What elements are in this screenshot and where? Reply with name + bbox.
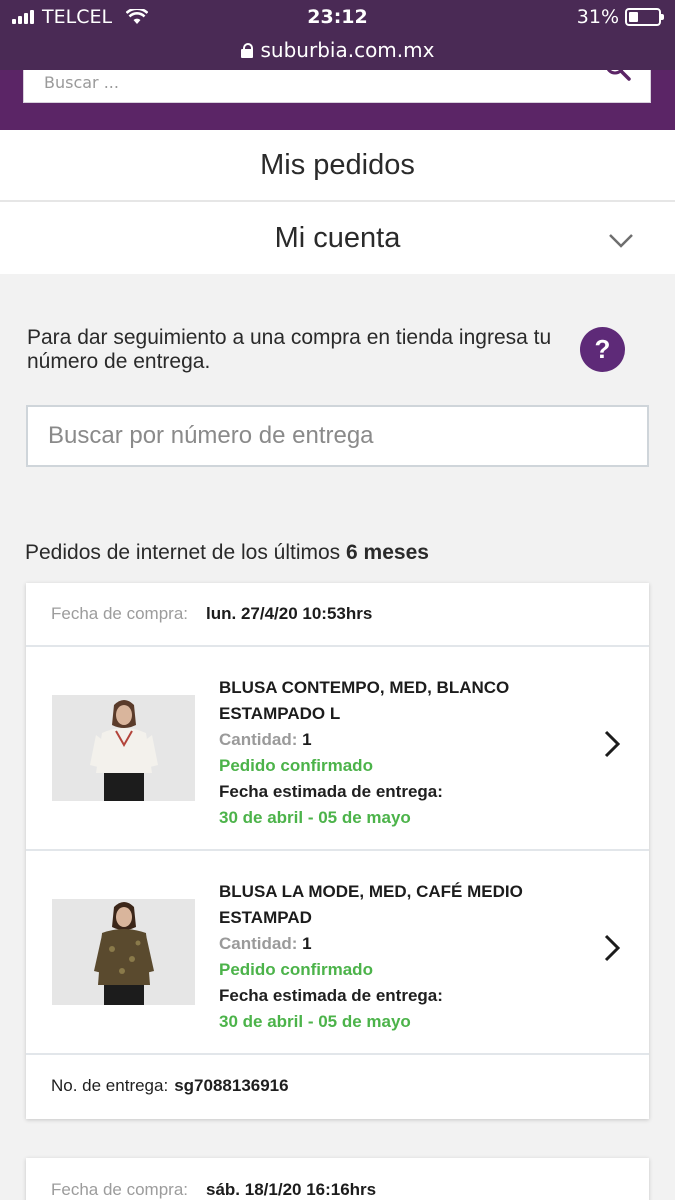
site-search-input[interactable]: Buscar ...	[23, 70, 651, 103]
address-bar[interactable]: suburbia.com.mx	[0, 34, 675, 66]
quantity-value: 1	[302, 934, 312, 953]
order-date-value: lun. 27/4/20 10:53hrs	[206, 604, 373, 623]
order-card: Fecha de compra: sáb. 18/1/20 16:16hrs	[26, 1158, 649, 1200]
battery-percent: 31%	[576, 6, 619, 28]
order-date-label: Fecha de compra:	[51, 604, 189, 623]
quantity-label: Cantidad:	[219, 730, 298, 749]
product-image-white-blouse[interactable]	[52, 695, 195, 801]
order-card: Fecha de compra: lun. 27/4/20 10:53hrs B…	[26, 583, 649, 1119]
tracking-instructions: Para dar seguimiento a una compra en tie…	[27, 326, 552, 373]
order-date-label: Fecha de compra:	[51, 1180, 189, 1199]
delivery-number-row: No. de entrega: sg7088136916	[26, 1055, 649, 1117]
product-name: BLUSA CONTEMPO, MED, BLANCO ESTAMPADO L	[219, 678, 510, 723]
product-image-brown-blouse[interactable]	[52, 899, 195, 1005]
eta-value: 30 de abril - 05 de mayo	[219, 1012, 411, 1031]
carrier-label: TELCEL	[42, 6, 113, 28]
help-button[interactable]: ?	[580, 327, 625, 372]
chevron-right-icon[interactable]	[599, 729, 623, 759]
eta-label: Fecha estimada de entrega:	[219, 782, 443, 801]
status-left: TELCEL	[12, 6, 149, 28]
order-status: Pedido confirmado	[219, 756, 373, 775]
menu-my-account[interactable]: Mi cuenta	[0, 202, 675, 274]
chevron-down-icon[interactable]	[609, 228, 633, 252]
order-date-value: sáb. 18/1/20 16:16hrs	[206, 1180, 377, 1199]
battery-icon	[625, 8, 664, 26]
wifi-icon	[126, 9, 149, 24]
battery-level	[629, 12, 638, 22]
quantity-row: Cantidad: 1	[219, 727, 579, 753]
menu-my-account-label: Mi cuenta	[274, 221, 401, 254]
delivery-number-value: sg7088136916	[174, 1076, 289, 1095]
site-header: Buscar ...	[0, 70, 675, 130]
order-item-details: BLUSA CONTEMPO, MED, BLANCO ESTAMPADO L …	[219, 675, 579, 831]
search-icon[interactable]	[604, 70, 632, 82]
eta-value: 30 de abril - 05 de mayo	[219, 808, 411, 827]
quantity-value: 1	[302, 730, 312, 749]
orders-heading-period: 6 meses	[346, 541, 429, 564]
menu-my-orders[interactable]: Mis pedidos	[0, 130, 675, 200]
orders-heading-prefix: Pedidos de internet de los últimos	[25, 541, 341, 564]
url-text[interactable]: suburbia.com.mx	[261, 38, 435, 62]
order-date-row: Fecha de compra: sáb. 18/1/20 16:16hrs	[26, 1158, 649, 1200]
order-date-row: Fecha de compra: lun. 27/4/20 10:53hrs	[26, 583, 649, 647]
order-status: Pedido confirmado	[219, 960, 373, 979]
signal-icon	[12, 10, 34, 24]
product-name: BLUSA LA MODE, MED, CAFÉ MEDIO ESTAMPAD	[219, 882, 523, 927]
lock-icon	[240, 42, 253, 58]
site-search-placeholder: Buscar ...	[44, 73, 119, 92]
order-item[interactable]: BLUSA CONTEMPO, MED, BLANCO ESTAMPADO L …	[26, 647, 649, 851]
browser-chrome: TELCEL 23:12 31% suburbia.com.mx	[0, 0, 675, 70]
order-item-details: BLUSA LA MODE, MED, CAFÉ MEDIO ESTAMPAD …	[219, 879, 579, 1035]
order-item[interactable]: BLUSA LA MODE, MED, CAFÉ MEDIO ESTAMPAD …	[26, 851, 649, 1055]
chevron-right-icon[interactable]	[599, 933, 623, 963]
quantity-row: Cantidad: 1	[219, 931, 579, 957]
eta-label: Fecha estimada de entrega:	[219, 986, 443, 1005]
delivery-number-input[interactable]	[26, 405, 649, 467]
menu-my-orders-label: Mis pedidos	[260, 148, 415, 181]
status-right: 31%	[576, 6, 664, 28]
status-bar: TELCEL 23:12 31%	[0, 0, 675, 34]
quantity-label: Cantidad:	[219, 934, 298, 953]
orders-heading: Pedidos de internet de los últimos 6 mes…	[25, 541, 429, 565]
delivery-number-label: No. de entrega:	[51, 1076, 169, 1095]
